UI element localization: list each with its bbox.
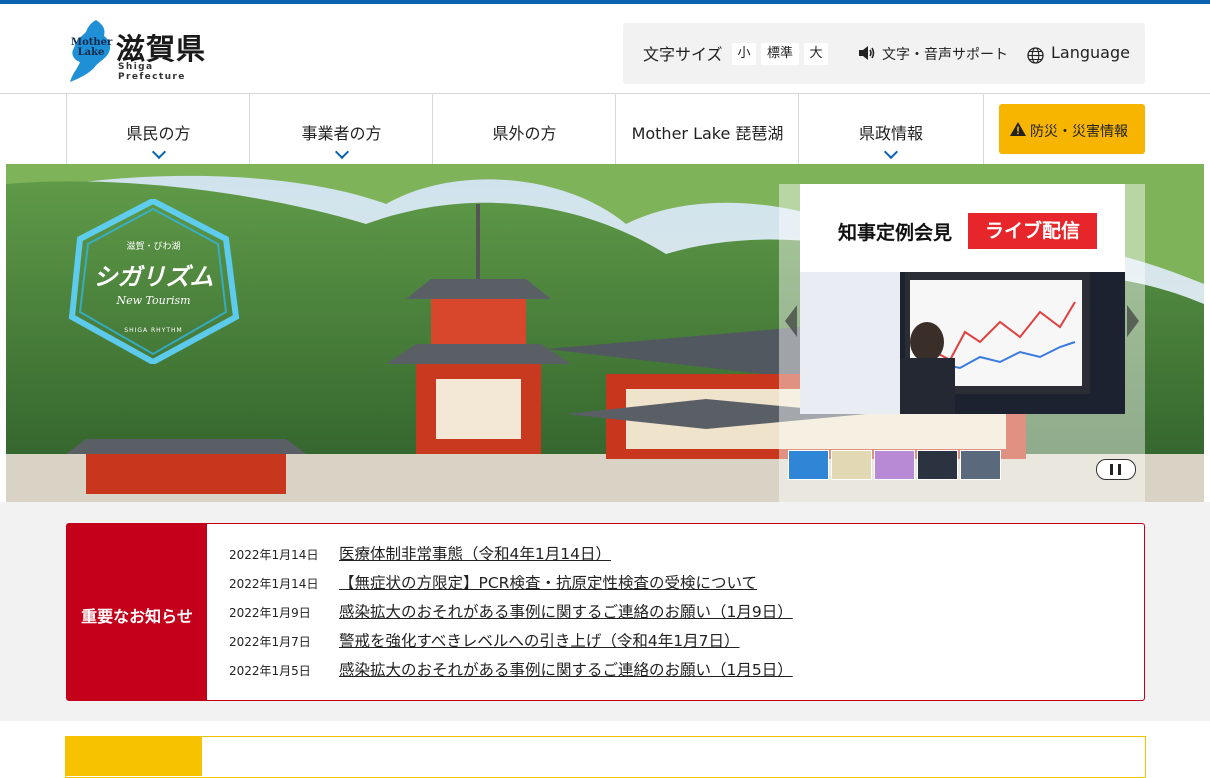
badge-title: シガリズム: [93, 263, 214, 291]
pause-icon: [1110, 464, 1113, 475]
notice-link[interactable]: 警戒を強化すべきレベルへの引き上げ（令和4年1月7日）: [339, 629, 740, 651]
disaster-info-button[interactable]: 防災・災害情報: [999, 104, 1145, 154]
nav-item-label: 事業者の方: [301, 124, 382, 143]
utility-bar: 文字サイズ 小 標準 大 文字・音声サポート Language: [623, 23, 1145, 84]
press-conference-photo: [800, 272, 1125, 414]
notice-date: 2022年1月5日: [229, 664, 311, 678]
slider-next-arrow-icon[interactable]: [1127, 305, 1139, 337]
chevron-down-icon: [334, 144, 349, 160]
language-link[interactable]: Language: [1051, 43, 1130, 62]
font-size-standard-button[interactable]: 標準: [761, 43, 799, 65]
slide-title: 知事定例会見: [838, 222, 953, 244]
badge-small-text: 滋賀・びわ湖: [126, 242, 181, 252]
slider-thumbnail[interactable]: [960, 450, 1001, 480]
badge-subtitle: New Tourism: [116, 294, 191, 307]
nav-item-visitors[interactable]: 県外の方: [432, 94, 616, 164]
nav-item-government[interactable]: 県政情報: [798, 94, 984, 164]
font-size-large-button[interactable]: 大: [804, 43, 828, 65]
disaster-info-label: 防災・災害情報: [1030, 124, 1128, 140]
site-logo[interactable]: Mother Lake 滋賀県 Shiga Prefecture: [66, 18, 206, 84]
notice-date: 2022年1月14日: [229, 548, 319, 562]
slide-live-tag: ライブ配信: [968, 213, 1097, 249]
notice-link[interactable]: 【無症状の方限定】PCR検査・抗原定性検査の受検について: [339, 571, 757, 593]
slider-pause-button[interactable]: [1096, 459, 1136, 480]
slider-thumbnail[interactable]: [788, 450, 829, 480]
notice-heading-box: 重要なお知らせ: [67, 524, 207, 700]
nav-item-lake-biwa[interactable]: Mother Lake 琵琶湖: [615, 94, 799, 164]
notice-link[interactable]: 感染拡大のおそれがある事例に関するご連絡のお願い（1月5日）: [339, 658, 793, 680]
warning-icon: [1010, 122, 1026, 136]
site-header: Mother Lake 滋賀県 Shiga Prefecture 文字サイズ 小…: [0, 4, 1210, 94]
next-section-box: [65, 736, 1146, 778]
gate-building: [66, 439, 306, 494]
nav-item-label: Mother Lake 琵琶湖: [631, 124, 784, 143]
notice-date: 2022年1月7日: [229, 635, 311, 649]
nav-item-business[interactable]: 事業者の方: [249, 94, 433, 164]
slide-governor-press[interactable]: 知事定例会見 ライブ配信: [800, 184, 1125, 414]
pause-icon: [1118, 464, 1121, 475]
shigarhythm-badge[interactable]: 滋賀・びわ湖 シガリズム New Tourism SHIGA RHYTHM: [66, 199, 241, 364]
logo-mother-lake: Mother Lake: [71, 37, 113, 58]
slider-prev-arrow-icon[interactable]: [785, 305, 797, 337]
nav-item-label: 県政情報: [858, 124, 923, 143]
chevron-down-icon: [151, 144, 166, 160]
notice-link[interactable]: 感染拡大のおそれがある事例に関するご連絡のお願い（1月9日）: [339, 600, 793, 622]
notice-date: 2022年1月14日: [229, 577, 319, 591]
notice-date: 2022年1月9日: [229, 606, 311, 620]
notice-link[interactable]: 医療体制非常事態（令和4年1月14日）: [339, 542, 611, 564]
speaker-icon: [859, 46, 875, 60]
slider-thumbnail[interactable]: [831, 450, 872, 480]
slider-thumbnail[interactable]: [917, 450, 958, 480]
font-size-small-button[interactable]: 小: [732, 43, 756, 65]
chevron-down-icon: [883, 144, 899, 160]
accessibility-support-link[interactable]: 文字・音声サポート: [882, 44, 1008, 64]
font-size-label: 文字サイズ: [643, 45, 723, 64]
slider-thumbnail[interactable]: [874, 450, 915, 480]
notice-heading: 重要なお知らせ: [81, 607, 193, 626]
logo-subtitle: Shiga Prefecture: [118, 62, 186, 82]
important-notices: 重要なお知らせ 2022年1月14日 医療体制非常事態（令和4年1月14日） 2…: [66, 523, 1145, 701]
next-section-tab: [65, 736, 202, 776]
badge-footer: SHIGA RHYTHM: [124, 327, 183, 334]
nav-item-label: 県民の方: [126, 124, 191, 143]
nav-item-residents[interactable]: 県民の方: [66, 94, 250, 164]
nav-item-label: 県外の方: [492, 124, 557, 143]
globe-icon: [1027, 47, 1044, 64]
